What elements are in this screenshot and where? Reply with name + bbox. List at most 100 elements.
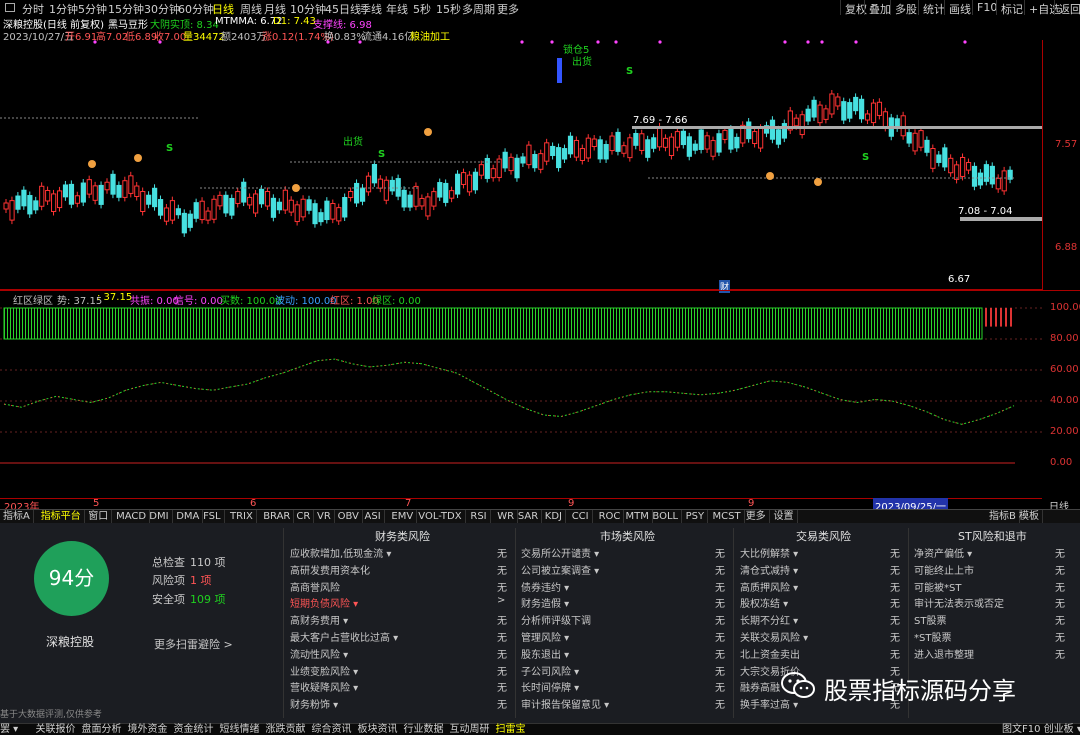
indicator-tab[interactable]: ASI — [362, 510, 385, 524]
period-tab[interactable]: 5秒 — [413, 1, 431, 17]
risk-item[interactable]: 北上资金卖出 — [740, 646, 800, 661]
indicator-tab[interactable]: DMI — [146, 510, 173, 524]
risk-item[interactable]: 审计无法表示或否定 — [914, 595, 1004, 610]
indicator-tab[interactable]: CR — [293, 510, 315, 524]
indicator-tab[interactable]: FSL — [200, 510, 225, 524]
bottom-tab[interactable]: 短线情绪 — [220, 724, 260, 735]
indicator-tab[interactable]: MACD — [113, 510, 151, 524]
period-tab[interactable]: 60分钟 — [178, 1, 214, 17]
indicator-tab[interactable]: 设置 — [771, 510, 798, 524]
indicator-tab[interactable]: OBV — [335, 510, 363, 524]
risk-item[interactable]: 应收款增加,低现金流 ▾ — [290, 545, 391, 560]
toolbar-button[interactable]: 返回 — [1054, 0, 1080, 16]
risk-item[interactable]: 公司被立案调查 ▾ — [521, 562, 599, 577]
indicator-tab[interactable]: KDJ — [542, 510, 567, 524]
toolbar-button[interactable]: 标记 — [996, 0, 1027, 16]
risk-item[interactable]: 大比例解禁 ▾ — [740, 545, 798, 560]
period-tab[interactable]: 季线 — [360, 1, 382, 17]
window-icon[interactable] — [5, 3, 15, 12]
indicator-tab[interactable]: 指标平台 — [38, 510, 85, 524]
bottom-tab[interactable]: 盘面分析 — [82, 724, 122, 735]
risk-item[interactable]: 短期负债风险 ▾ — [290, 595, 358, 610]
indicator-tab[interactable]: 窗口 — [85, 510, 113, 524]
indicator-tab[interactable]: BRAR — [260, 510, 295, 524]
risk-item[interactable]: 长时间停牌 ▾ — [521, 679, 579, 694]
indicator-tab[interactable]: 更多 — [743, 510, 770, 524]
risk-item[interactable]: 分析师评级下调 — [521, 612, 591, 627]
risk-item[interactable]: 管理风险 ▾ — [521, 629, 569, 644]
bottom-tab[interactable]: 板块资讯 — [358, 724, 398, 735]
indicator-tab[interactable]: RSI — [467, 510, 491, 524]
bottom-tab[interactable]: 罢 ▾ — [0, 724, 18, 735]
risk-item[interactable]: 营收疑降风险 ▾ — [290, 679, 358, 694]
bottom-tab[interactable]: 境外资金 — [128, 724, 168, 735]
risk-item[interactable]: 交易所公开谴责 ▾ — [521, 545, 599, 560]
risk-item[interactable]: 最大客户占营收比过高 ▾ — [290, 629, 398, 644]
indicator-tab[interactable]: VOL-TDX — [415, 510, 466, 524]
period-tab[interactable]: 15分钟 — [108, 1, 144, 17]
bottom-tab[interactable]: 综合资讯 — [312, 724, 352, 735]
indicator-tab[interactable]: EMV — [388, 510, 418, 524]
bottom-tab[interactable]: 行业数据 — [404, 724, 444, 735]
risk-item[interactable]: 高财务费用 ▾ — [290, 612, 348, 627]
indicator-tab[interactable]: SAR — [515, 510, 543, 524]
indicator-tab[interactable]: 指标A — [0, 510, 34, 524]
risk-item[interactable]: ST股票 — [914, 612, 946, 627]
risk-item[interactable]: 股东退出 ▾ — [521, 646, 569, 661]
toolbar-button[interactable]: 画线 — [944, 0, 975, 16]
period-tab[interactable]: 年线 — [386, 1, 408, 17]
more-scan-link[interactable]: 更多扫雷避险 > — [154, 636, 233, 652]
indicator-tab-right[interactable]: 指标B — [986, 510, 1020, 524]
risk-item[interactable]: 清仓式减持 ▾ — [740, 562, 798, 577]
period-tab[interactable]: 周线 — [240, 1, 262, 17]
period-tab[interactable]: 分时 — [22, 1, 44, 17]
indicator-tab[interactable]: MTM — [623, 510, 653, 524]
risk-item[interactable]: 债券违约 ▾ — [521, 579, 569, 594]
indicator-tab-right[interactable]: 模板 — [1016, 510, 1043, 524]
risk-item[interactable]: 净资产偏低 ▾ — [914, 545, 972, 560]
risk-item[interactable]: 关联交易风险 ▾ — [740, 629, 808, 644]
period-tab[interactable]: 15秒 — [436, 1, 461, 17]
risk-item[interactable]: 财务粉饰 ▾ — [290, 696, 338, 711]
period-tab[interactable]: 多周期 — [462, 1, 495, 17]
risk-item[interactable]: 股权冻结 ▾ — [740, 595, 788, 610]
green-zone-bar — [421, 308, 422, 339]
indicator-tab[interactable]: TRIX — [227, 510, 257, 524]
bottom-tab[interactable]: 资金统计 — [174, 724, 214, 735]
period-tab[interactable]: 5分钟 — [78, 1, 107, 17]
risk-item[interactable]: *ST股票 — [914, 629, 951, 644]
risk-item[interactable]: 财务造假 ▾ — [521, 595, 569, 610]
period-tab[interactable]: 日线 — [212, 1, 234, 17]
indicator-tab[interactable]: DMA — [173, 510, 204, 524]
risk-item[interactable]: 审计报告保留意见 ▾ — [521, 696, 609, 711]
period-tab[interactable]: 月线 — [264, 1, 286, 17]
indicator-tab[interactable]: CCI — [569, 510, 593, 524]
indicator-tab[interactable]: VR — [314, 510, 335, 524]
bottom-tab[interactable]: 扫雷宝 — [496, 724, 526, 735]
bottom-tab[interactable]: 涨跌贡献 — [266, 724, 306, 735]
period-tab[interactable]: 10分钟 — [290, 1, 326, 17]
indicator-tab[interactable]: ROC — [596, 510, 625, 524]
period-tab[interactable]: 45日线 — [325, 1, 361, 17]
risk-item[interactable]: 进入退市整理 — [914, 646, 974, 661]
indicator-tab[interactable]: BOLL — [649, 510, 683, 524]
risk-item[interactable]: 可能被*ST — [914, 579, 961, 594]
indicator-tab[interactable]: MCST — [710, 510, 745, 524]
risk-item[interactable]: 长期不分红 ▾ — [740, 612, 798, 627]
toolbar-button[interactable]: 多股 — [890, 0, 921, 16]
risk-item[interactable]: 高研发费用资本化 — [290, 562, 370, 577]
risk-item[interactable]: 流动性风险 ▾ — [290, 646, 348, 661]
risk-item[interactable]: 融券高融 — [740, 679, 780, 694]
risk-item[interactable]: 高质押风险 ▾ — [740, 579, 798, 594]
bottom-tab[interactable]: 互动周研 — [450, 724, 490, 735]
period-tab[interactable]: 更多 — [497, 1, 519, 17]
period-tab[interactable]: 30分钟 — [144, 1, 180, 17]
risk-item[interactable]: 子公司风险 ▾ — [521, 663, 579, 678]
indicator-chart[interactable] — [0, 303, 1042, 498]
risk-item[interactable]: 业绩变脸风险 ▾ — [290, 663, 358, 678]
risk-item[interactable]: 高商誉风险 — [290, 579, 340, 594]
bottom-tab[interactable]: 关联报价 — [36, 724, 76, 735]
period-tab[interactable]: 1分钟 — [49, 1, 78, 17]
indicator-tab[interactable]: PSY — [683, 510, 709, 524]
risk-item[interactable]: 可能终止上市 — [914, 562, 974, 577]
